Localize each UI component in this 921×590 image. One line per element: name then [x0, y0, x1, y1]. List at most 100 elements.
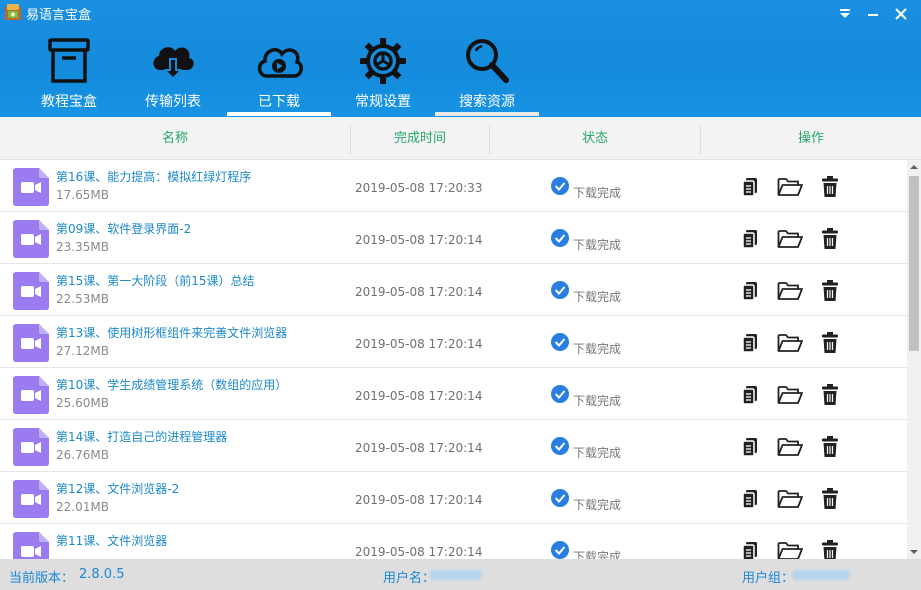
finish-time: 2019-05-08 17:20:14: [355, 389, 483, 403]
search-icon: [466, 39, 509, 83]
video-file-icon: [13, 272, 49, 310]
finish-time: 2019-05-08 17:20:14: [355, 337, 483, 351]
list-item[interactable]: 第13课、使用树形框组件来完善文件浏览器 27.12MB 2019-05-08 17…: [0, 316, 907, 368]
status-text: 下载完成: [573, 446, 622, 460]
copy-icon[interactable]: [739, 487, 765, 511]
trash-icon[interactable]: [817, 227, 843, 251]
tab-label: 教程宝盒: [41, 94, 97, 110]
copy-icon[interactable]: [739, 227, 765, 251]
tab-search-resources[interactable]: 搜索资源: [435, 36, 539, 116]
usergroup-label: 用户组：: [742, 571, 795, 586]
column-status[interactable]: 状态: [490, 117, 700, 160]
finish-time: 2019-05-08 17:20:14: [355, 441, 483, 455]
list-item[interactable]: 第14课、打造自己的进程管理器 26.76MB 2019-05-08 17:20:1…: [0, 420, 907, 472]
cloud-download-icon: [153, 47, 194, 79]
scroll-up-icon[interactable]: [907, 160, 921, 174]
column-finish-time[interactable]: 完成时间: [351, 117, 489, 160]
scroll-thumb[interactable]: [909, 176, 919, 351]
file-name[interactable]: 第10课、学生成绩管理系统（数组的应用）: [56, 376, 287, 393]
copy-icon[interactable]: [739, 175, 765, 199]
check-circle-icon: [551, 177, 569, 195]
tab-settings[interactable]: 常规设置: [331, 36, 435, 116]
file-name[interactable]: 第16课、能力提高：模拟红绿灯程序: [56, 168, 251, 185]
check-circle-icon: [551, 281, 569, 299]
finish-time: 2019-05-08 17:20:14: [355, 285, 483, 299]
status-text: 下载完成: [573, 550, 622, 559]
file-name[interactable]: 第12课、文件浏览器-2: [56, 480, 179, 497]
folder-open-icon[interactable]: [777, 175, 803, 199]
copy-icon[interactable]: [739, 435, 765, 459]
list-item[interactable]: 第16课、能力提高：模拟红绿灯程序 17.65MB 2019-05-08 17:20…: [0, 160, 907, 212]
video-file-icon: [13, 220, 49, 258]
trash-icon[interactable]: [817, 435, 843, 459]
list-item[interactable]: 第09课、软件登录界面-2 23.35MB 2019-05-08 17:20:14 下…: [0, 212, 907, 264]
list-item[interactable]: 第10课、学生成绩管理系统（数组的应用） 25.60MB 2019-05-08 17…: [0, 368, 907, 420]
list-item[interactable]: 第12课、文件浏览器-2 22.01MB 2019-05-08 17:20:14 下载…: [0, 472, 907, 524]
dropdown-icon: [840, 9, 850, 18]
title-bar: 易语言宝盒: [0, 0, 921, 28]
column-name[interactable]: 名称: [0, 117, 350, 160]
copy-icon[interactable]: [739, 331, 765, 355]
folder-open-icon[interactable]: [777, 331, 803, 355]
list-column-header: 名称 完成时间 状态 操作: [0, 117, 921, 160]
trash-icon[interactable]: [817, 539, 843, 559]
file-size: 25.60MB: [56, 396, 109, 410]
finish-time: 2019-05-08 17:20:14: [355, 545, 483, 559]
list-item[interactable]: 第11课、文件浏览器 2019-05-08 17:20:14 下载完成: [0, 524, 907, 559]
tab-transfer-list[interactable]: 传输列表: [121, 36, 225, 116]
tab-underline: [227, 112, 331, 116]
trash-icon[interactable]: [817, 487, 843, 511]
scroll-down-icon[interactable]: [907, 545, 921, 559]
copy-icon[interactable]: [739, 279, 765, 303]
finish-time: 2019-05-08 17:20:33: [355, 181, 483, 195]
close-button[interactable]: [890, 4, 912, 24]
file-size: 27.12MB: [56, 344, 109, 358]
version-value: 2.8.0.5: [79, 567, 125, 582]
folder-open-icon[interactable]: [777, 279, 803, 303]
tab-label: 已下载: [258, 94, 300, 110]
check-circle-icon: [551, 541, 569, 559]
list-item[interactable]: 第15课、第一大阶段（前15课）总结 22.53MB 2019-05-08 17:2…: [0, 264, 907, 316]
check-circle-icon: [551, 229, 569, 247]
video-file-icon: [13, 376, 49, 414]
vertical-scrollbar[interactable]: [907, 160, 921, 559]
file-name[interactable]: 第15课、第一大阶段（前15课）总结: [56, 272, 255, 289]
folder-open-icon[interactable]: [777, 539, 803, 559]
check-circle-icon: [551, 333, 569, 351]
status-text: 下载完成: [573, 498, 622, 512]
file-name[interactable]: 第09课、软件登录界面-2: [56, 220, 191, 237]
trash-icon[interactable]: [817, 383, 843, 407]
file-name[interactable]: 第11课、文件浏览器: [56, 532, 167, 549]
video-file-icon: [13, 168, 49, 206]
app-logo-icon: [5, 4, 21, 20]
dropdown-button[interactable]: [834, 4, 856, 24]
tab-underline: [17, 112, 121, 116]
file-name[interactable]: 第13课、使用树形框组件来完善文件浏览器: [56, 324, 287, 341]
folder-open-icon[interactable]: [777, 383, 803, 407]
trash-icon[interactable]: [817, 279, 843, 303]
status-text: 下载完成: [573, 290, 622, 304]
tab-underline: [331, 112, 435, 116]
finish-time: 2019-05-08 17:20:14: [355, 493, 483, 507]
file-name[interactable]: 第14课、打造自己的进程管理器: [56, 428, 227, 445]
status-text: 下载完成: [573, 342, 622, 356]
tab-downloaded[interactable]: 已下载: [227, 36, 331, 116]
folder-open-icon[interactable]: [777, 435, 803, 459]
check-circle-icon: [551, 489, 569, 507]
file-size: 22.53MB: [56, 292, 109, 306]
trash-icon[interactable]: [817, 331, 843, 355]
tab-tutorial-box[interactable]: 教程宝盒: [17, 36, 121, 116]
check-circle-icon: [551, 437, 569, 455]
folder-open-icon[interactable]: [777, 227, 803, 251]
file-size: 22.01MB: [56, 500, 109, 514]
status-text: 下载完成: [573, 238, 622, 252]
check-circle-icon: [551, 385, 569, 403]
file-size: 26.76MB: [56, 448, 109, 462]
folder-open-icon[interactable]: [777, 487, 803, 511]
tab-label: 搜索资源: [459, 94, 515, 110]
trash-icon[interactable]: [817, 175, 843, 199]
minimize-icon: [868, 14, 878, 16]
minimize-button[interactable]: [862, 4, 884, 24]
copy-icon[interactable]: [739, 383, 765, 407]
copy-icon[interactable]: [739, 539, 765, 559]
